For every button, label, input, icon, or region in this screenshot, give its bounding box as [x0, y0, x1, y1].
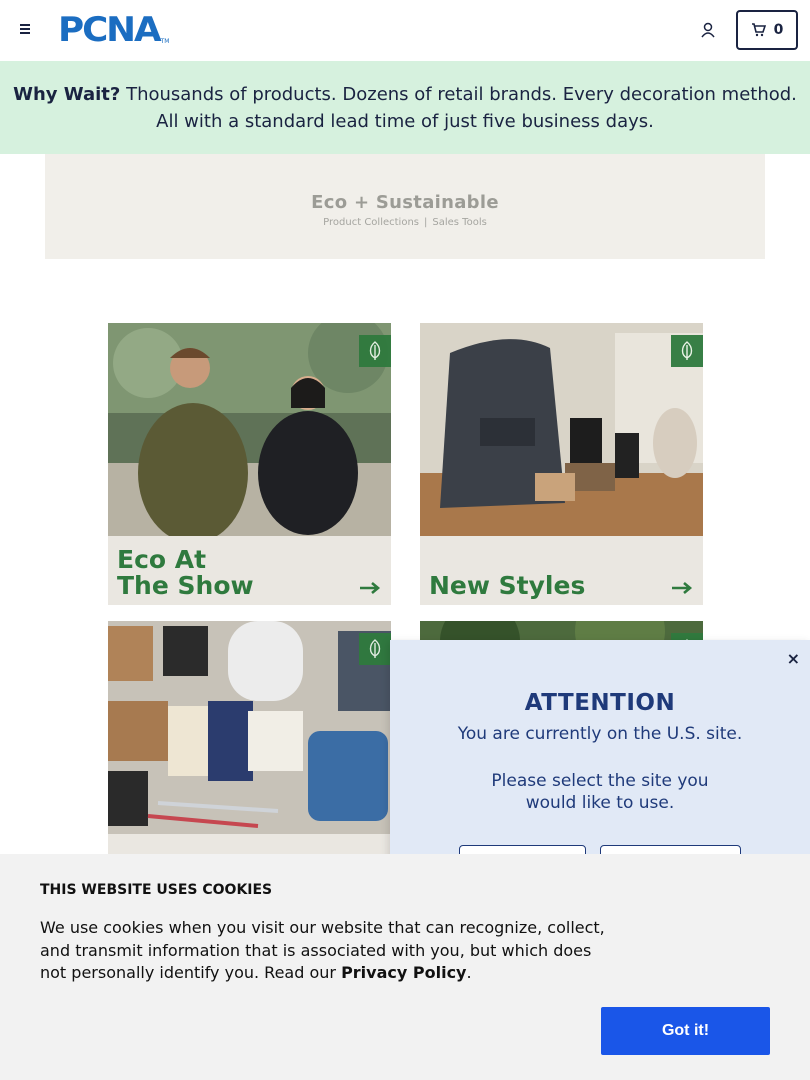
tile-photo-products: [108, 621, 391, 834]
promo-banner: Why Wait? Thousands of products. Dozens …: [0, 61, 810, 154]
tile-label: Eco At The Show: [117, 545, 254, 600]
cart-button[interactable]: 0: [736, 10, 798, 50]
tile-footer: New Styles: [420, 536, 703, 605]
leaf-icon: [359, 335, 391, 367]
site-header: PCNA TM 0: [0, 0, 810, 61]
eco-hero-separator: |: [424, 216, 428, 228]
tile-footer: Eco At The Show: [108, 536, 391, 605]
promo-lead: Why Wait?: [13, 83, 121, 105]
attention-instruction: Please select the site you would like to…: [491, 771, 709, 813]
eco-hero-links: Product Collections | Sales Tools: [323, 217, 487, 228]
account-icon[interactable]: [700, 22, 716, 38]
attention-title: ATTENTION: [524, 690, 676, 716]
menu-icon[interactable]: [20, 22, 36, 38]
arrow-right-icon: [360, 582, 381, 594]
tile-new-styles[interactable]: New Styles: [420, 323, 703, 605]
logo-text: PCNA: [58, 10, 162, 50]
site-select-modal: × ATTENTION You are currently on the U.S…: [390, 640, 810, 885]
sales-tools-link[interactable]: Sales Tools: [432, 217, 486, 228]
tile-label: New Styles: [429, 571, 586, 600]
cart-count: 0: [773, 22, 784, 38]
cookie-title: THIS WEBSITE USES COOKIES: [40, 882, 273, 898]
leaf-icon: [359, 633, 391, 665]
arrow-right-icon: [672, 582, 693, 594]
close-icon[interactable]: ×: [787, 649, 800, 668]
pcna-logo[interactable]: PCNA TM: [58, 13, 169, 47]
privacy-policy-link[interactable]: Privacy Policy: [341, 963, 466, 982]
product-collections-link[interactable]: Product Collections: [323, 217, 419, 228]
attention-message: You are currently on the U.S. site.: [457, 724, 743, 744]
cookie-banner: THIS WEBSITE USES COOKIES We use cookies…: [0, 854, 810, 1080]
eco-sustainable-hero[interactable]: Eco + Sustainable Product Collections | Sa…: [45, 154, 765, 259]
accept-cookies-button[interactable]: Got it!: [601, 1007, 770, 1055]
eco-hero-title: Eco + Sustainable: [311, 191, 499, 213]
logo-trademark: TM: [160, 38, 170, 45]
cookie-text: We use cookies when you visit our websit…: [40, 918, 605, 982]
leaf-icon: [671, 335, 703, 367]
cart-icon: [751, 23, 766, 37]
tile-photo-backpack: [420, 323, 703, 536]
tile-eco-at-the-show[interactable]: Eco At The Show: [108, 323, 391, 605]
page: PCNA TM 0 Why Wait? Thousands of product…: [0, 0, 810, 1080]
tile-photo-people: [108, 323, 391, 536]
promo-text: Thousands of products. Dozens of retail …: [126, 83, 797, 132]
